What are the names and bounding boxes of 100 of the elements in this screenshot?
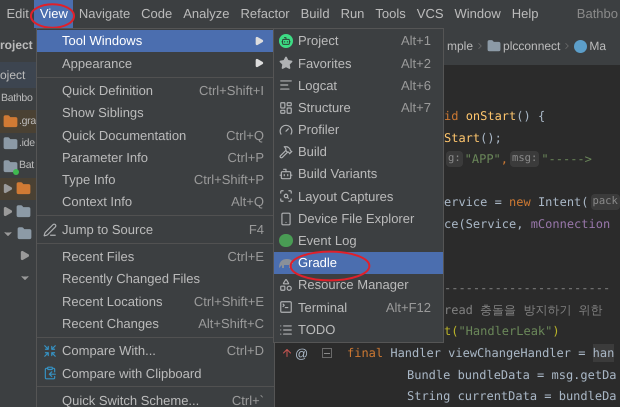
menu-item[interactable]: Build Variants [274, 163, 443, 186]
clipboard-icon [42, 366, 56, 380]
menu-item[interactable]: Resource Manager [274, 274, 443, 296]
menu-item[interactable]: Show Siblings [37, 102, 274, 124]
menu-item[interactable]: Event Log [274, 230, 443, 252]
code-text: mConnection [530, 216, 610, 233]
code-text: String currentData = bundleDa [407, 388, 617, 406]
code-text: final [347, 345, 384, 362]
tree-row[interactable] [0, 178, 36, 200]
code-text: ervice = [444, 194, 503, 212]
menu-item-label: Recent Locations [62, 292, 162, 311]
menu-bar-item[interactable]: VCS [411, 0, 450, 28]
menu-item[interactable]: Favorites Alt+2 [274, 52, 443, 74]
code-text: new [509, 194, 532, 212]
parameter-hint: g: [446, 151, 463, 168]
collapse-arrow-icon[interactable] [19, 250, 30, 262]
tree-row[interactable]: Bathbo [0, 88, 36, 110]
speech-bubble-icon [279, 234, 293, 248]
override-arrow-icon[interactable] [281, 347, 293, 360]
menu-item[interactable]: Project Alt+1 [274, 30, 443, 52]
menu-bar-item[interactable]: Tools [370, 0, 412, 28]
menu-item[interactable]: Parameter Info Ctrl+P [37, 146, 274, 169]
menu-item-label: Quick Documentation [62, 126, 186, 145]
shortcut-text: Alt+6 [401, 76, 431, 95]
menu-item[interactable]: Terminal Alt+F12 [274, 296, 443, 318]
menu-item[interactable]: Build [274, 140, 443, 164]
menu-bar-item[interactable]: Run [335, 0, 370, 28]
menu-item-label: Recently Changed Files [62, 270, 200, 288]
menu-item[interactable]: Recently Changed Files [37, 268, 274, 290]
code-text: id [444, 108, 460, 126]
menu-item[interactable]: Recent Files Ctrl+E [37, 246, 274, 268]
menu-item[interactable]: Logcat Alt+6 [274, 74, 443, 97]
tree-row[interactable]: .gra [0, 110, 36, 133]
code-text: Start [444, 130, 480, 147]
menu-item[interactable]: Quick Switch Scheme... Ctrl+` [37, 389, 274, 407]
menu-item-label: Type Info [62, 171, 116, 190]
hammer-icon [279, 145, 293, 160]
code-text: Intent( [538, 194, 589, 212]
code-text: read 충돌을 방지하기 위한 [444, 302, 603, 319]
folder-icon [3, 114, 18, 130]
menu-item-label: Event Log [298, 232, 357, 250]
view-selector[interactable]: oject [0, 62, 36, 88]
breadcrumb-item[interactable]: mple [447, 37, 474, 56]
menu-item-label: Layout Captures [298, 188, 394, 206]
phone-icon [279, 212, 293, 226]
breadcrumb-item[interactable]: Ma [589, 37, 606, 56]
menu-item-label: Parameter Info [62, 148, 148, 167]
menu-item-label: Logcat [298, 76, 338, 95]
menu-item-label: Resource Manager [298, 276, 409, 294]
menu-bar-item[interactable]: Edit [1, 0, 34, 28]
menu-item[interactable]: Structure Alt+7 [274, 96, 443, 119]
menu-item-label: Favorites [298, 54, 352, 73]
lines-icon [279, 78, 293, 92]
menu-item[interactable]: Recent Locations Ctrl+Shift+E [37, 290, 274, 313]
collapse-arrow-icon[interactable] [2, 183, 13, 194]
menu-bar-item[interactable]: Build [295, 0, 336, 28]
shortcut-text: Ctrl+P [228, 148, 264, 167]
code-text: han [592, 344, 614, 362]
folder-icon [487, 39, 502, 54]
code-text: Handler viewChangeHandler = [390, 345, 586, 362]
menu-bar-item[interactable]: Window [449, 0, 506, 28]
menu-item[interactable]: Layout Captures [274, 185, 443, 208]
menu-bar-item[interactable]: Navigate [73, 0, 136, 28]
class-icon [574, 40, 588, 53]
breadcrumb-item[interactable]: plcconnect [503, 37, 560, 56]
menu-bar-item[interactable]: Code [136, 0, 178, 28]
menu-item-label: TODO [298, 320, 336, 339]
menu-item[interactable]: Profiler [274, 118, 443, 141]
shortcut-text: Alt+F12 [386, 298, 431, 317]
shortcut-text: Ctrl+Shift+E [194, 292, 264, 311]
folder-icon [17, 226, 32, 242]
fold-toggle-icon[interactable] [322, 348, 332, 358]
menu-item[interactable]: TODO [274, 318, 443, 341]
menu-item-label: Terminal [298, 298, 348, 317]
gutter-mark[interactable]: @ [295, 344, 308, 363]
project-title: Bathbo [576, 5, 619, 24]
menu-item[interactable]: Quick Definition Ctrl+Shift+I [37, 80, 274, 102]
menu-item[interactable]: Recent Changes Alt+Shift+C [37, 312, 274, 335]
menu-bar-item[interactable]: Refactor [235, 0, 296, 28]
menu-item[interactable]: Compare with Clipboard [37, 362, 274, 384]
collapse-arrow-icon[interactable] [2, 206, 13, 217]
tree-row[interactable]: .ide [0, 132, 36, 156]
menu-item[interactable]: Device File Explorer [274, 208, 443, 230]
menu-bar-item[interactable]: Help [506, 0, 544, 28]
code-text: ----------------------- [444, 280, 610, 298]
menu-bar-item[interactable]: Analyze [178, 0, 235, 28]
elephant-icon [278, 256, 294, 269]
shortcut-text: Alt+1 [401, 32, 431, 50]
magnifier-icon [279, 189, 293, 204]
menu-item[interactable]: Quick Documentation Ctrl+Q [37, 124, 274, 146]
menu-item[interactable]: Context Info Alt+Q [37, 191, 274, 214]
tree-row[interactable]: Bat [0, 155, 36, 178]
menu-item[interactable]: Gradle [274, 252, 443, 274]
menu-item[interactable]: Tool Windows [37, 30, 274, 52]
menu-item[interactable]: Jump to Source F4 [37, 218, 274, 241]
shortcut-text: Ctrl+D [226, 342, 264, 360]
menu-item[interactable]: Type Info Ctrl+Shift+P [37, 168, 274, 192]
menu-item[interactable]: Appearance [37, 52, 274, 75]
android-head-icon [279, 34, 293, 48]
menu-item[interactable]: Compare With... Ctrl+D [37, 340, 274, 362]
